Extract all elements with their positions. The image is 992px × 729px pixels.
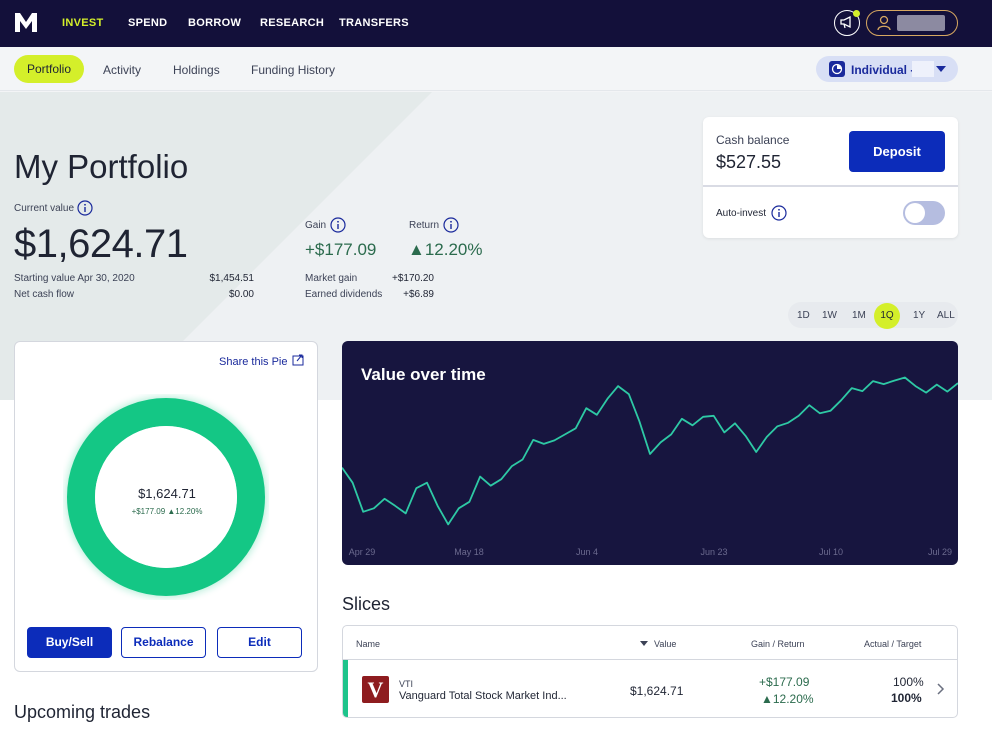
account-selector[interactable]: Individual - [816,56,958,82]
info-icon[interactable] [330,217,346,233]
slice-value: $1,624.71 [630,684,684,698]
nav-research[interactable]: RESEARCH [260,17,324,29]
tab-holdings[interactable]: Holdings [173,63,220,77]
starting-value-label: Starting value Apr 30, 2020 [14,273,135,284]
earned-dividends-value: +$6.89 [403,289,434,300]
x-tick-label: May 18 [454,547,484,557]
auto-invest-toggle[interactable] [903,201,945,225]
column-header-value[interactable]: Value [654,639,676,649]
range-1m[interactable]: 1M [852,310,866,321]
slices-title: Slices [342,594,391,614]
range-all[interactable]: ALL [937,310,955,321]
current-value-label: Current value [14,203,75,214]
x-tick-label: Apr 29 [349,547,376,557]
notification-dot [853,10,860,17]
nav-borrow[interactable]: BORROW [188,17,241,29]
info-icon[interactable] [77,200,93,216]
caret-down-icon [936,66,946,72]
profile-name-redacted [897,15,945,31]
info-icon[interactable] [443,217,459,233]
return-label: Return [409,220,440,231]
range-1y[interactable]: 1Y [913,310,925,321]
market-gain-label: Market gain [305,273,358,284]
column-header-gain-return[interactable]: Gain / Return [751,639,805,649]
range-1w[interactable]: 1W [822,310,837,321]
slices-table: Name Value Gain / Return Actual / Target… [342,625,958,718]
nav-invest[interactable]: INVEST [62,17,104,29]
tab-activity[interactable]: Activity [103,63,141,77]
slice-target: 100% [891,691,922,705]
user-icon [877,15,891,31]
sub-nav: Portfolio Activity Holdings Funding Hist… [0,47,992,91]
current-value: $1,624.71 [14,222,188,266]
buy-sell-button[interactable]: Buy/Sell [27,627,112,658]
slice-gain: +$177.09 [759,675,810,689]
x-tick-label: Jun 4 [576,547,598,557]
pie-center-gain: +$177.09 ▲12.20% [131,507,203,516]
time-range-selector: 1D 1W 1M 1Q 1Y ALL [788,302,958,329]
megaphone-icon [840,16,851,29]
slice-return: ▲12.20% [761,692,814,706]
cash-balance-value: $527.55 [716,152,782,172]
slice-ticker: VTI [399,679,414,689]
x-tick-label: Jul 10 [819,547,843,557]
divider [703,185,958,187]
tab-funding-history[interactable]: Funding History [251,63,335,77]
pie-card: Share this Pie $1,624.71 +$177.09 ▲12.20… [14,341,318,672]
deposit-button[interactable]: Deposit [849,131,945,172]
series-line [342,376,958,526]
share-icon[interactable] [292,354,304,366]
chart-title: Value over time [361,365,486,384]
nav-spend[interactable]: SPEND [128,17,167,29]
rebalance-button[interactable]: Rebalance [121,627,206,658]
share-pie-link[interactable]: Share this Pie [219,356,287,368]
edit-button[interactable]: Edit [217,627,302,658]
header-divider [343,659,957,660]
gain-label: Gain [305,220,327,231]
column-header-actual-target[interactable]: Actual / Target [864,639,921,649]
x-tick-label: Jun 23 [700,547,727,557]
auto-invest-label: Auto-invest [716,208,767,219]
page-title: My Portfolio [14,148,189,185]
market-gain-value: +$170.20 [392,273,434,284]
profile-button[interactable] [866,10,958,36]
toggle-knob [905,203,925,223]
value-over-time-chart: Apr 29 May 18 Jun 4 Jun 23 Jul 10 Jul 29 Valu… [342,341,958,565]
slice-actual: 100% [893,675,924,689]
range-1q[interactable]: 1Q [874,303,900,329]
x-tick-label: Jul 29 [928,547,952,557]
gain-value: +$177.09 [305,240,377,259]
return-value: ▲12.20% [408,240,483,259]
info-icon[interactable] [771,205,787,221]
vanguard-logo-icon: V [362,676,389,703]
cash-balance-card: Cash balance $527.55 Deposit Auto-invest [703,117,958,238]
slice-name: Vanguard Total Stock Market Ind... [399,690,567,702]
starting-value: $1,454.51 [209,273,255,284]
pie-center-value: $1,624.71 [138,486,196,501]
account-number-redacted [912,61,934,77]
account-type-icon [829,61,845,77]
m1-logo-icon[interactable] [14,10,38,34]
top-nav: INVEST SPEND BORROW RESEARCH TRANSFERS [0,0,992,47]
tab-portfolio[interactable]: Portfolio [14,55,84,83]
account-label: Individual - [851,63,915,77]
range-1d[interactable]: 1D [797,310,810,321]
net-cash-flow-label: Net cash flow [14,289,75,300]
chevron-right-icon[interactable] [935,683,945,695]
cash-balance-label: Cash balance [716,133,790,147]
sort-down-icon[interactable] [640,641,648,646]
net-cash-flow-value: $0.00 [228,289,254,300]
column-header-name[interactable]: Name [356,639,380,649]
nav-transfers[interactable]: TRANSFERS [339,17,409,29]
earned-dividends-label: Earned dividends [305,289,383,300]
upcoming-trades-title: Upcoming trades [14,702,151,722]
slice-color-accent [343,660,348,717]
